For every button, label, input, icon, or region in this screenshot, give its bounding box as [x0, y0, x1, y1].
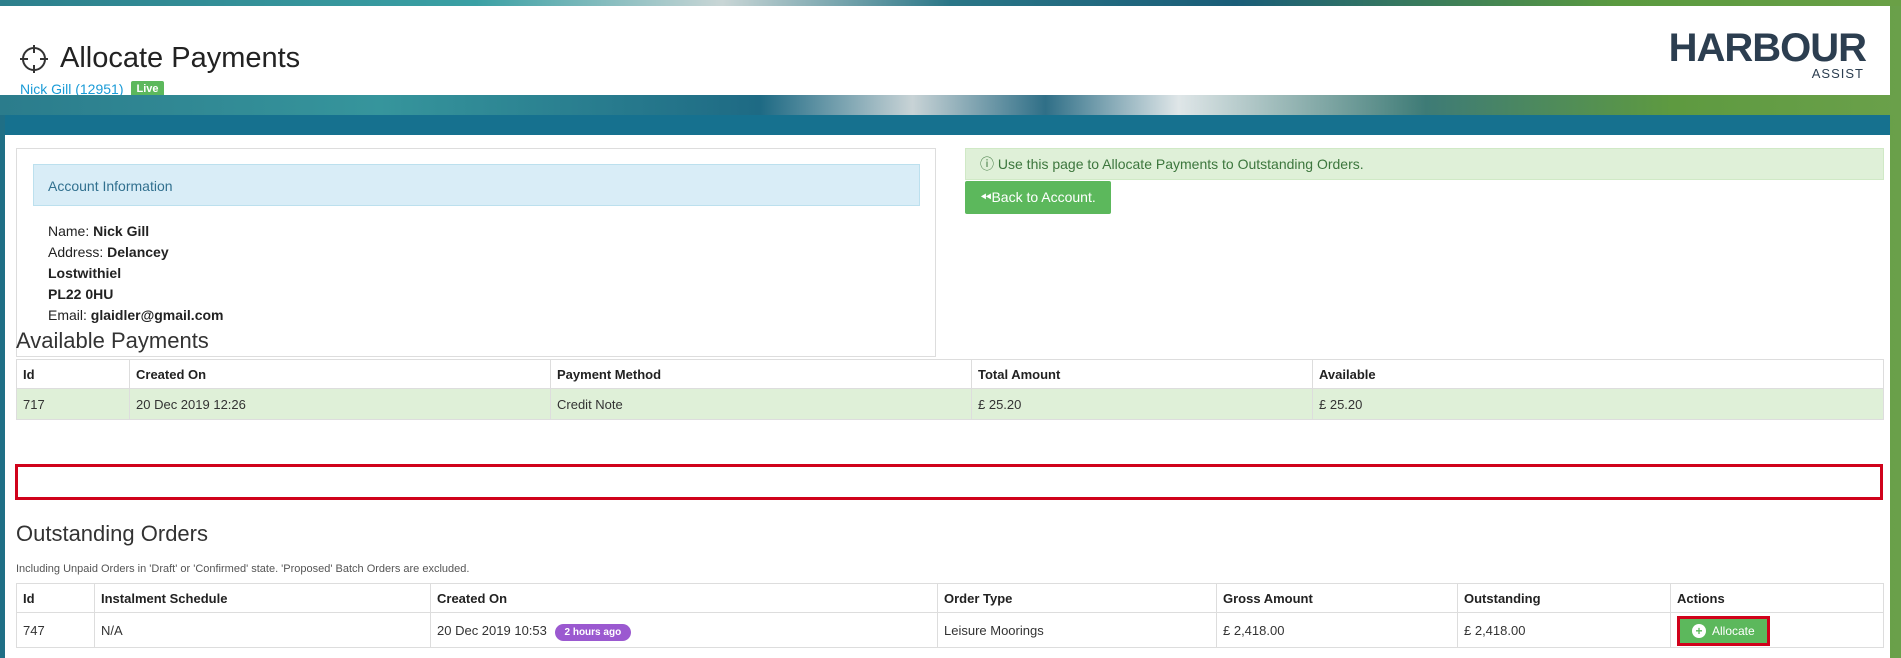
- outstanding-orders-table: Id Instalment Schedule Created On Order …: [16, 583, 1884, 648]
- page-title-row: Allocate Payments: [20, 42, 300, 75]
- account-info-details: Name: Nick Gill Address: Delancey Lostwi…: [48, 221, 223, 326]
- created-on-text: 20 Dec 2019 10:53: [437, 622, 547, 638]
- age-badge: 2 hours ago: [554, 623, 632, 641]
- col-header-payment-method: Payment Method: [550, 359, 972, 389]
- col-header-order-type: Order Type: [937, 583, 1217, 613]
- col-header-instalment-schedule: Instalment Schedule: [94, 583, 431, 613]
- crosshair-icon: [20, 44, 48, 73]
- address-line3: PL22 0HU: [48, 286, 114, 302]
- cell-order-type: Leisure Moorings: [937, 612, 1217, 648]
- name-value: Nick Gill: [93, 223, 150, 239]
- address-label: Address:: [48, 244, 104, 260]
- table-row: 747 N/A 20 Dec 2019 10:53 2 hours ago Le…: [16, 612, 1884, 648]
- outstanding-orders-title: Outstanding Orders: [16, 521, 208, 546]
- account-info-panel: Account Information Name: Nick Gill Addr…: [16, 148, 936, 357]
- name-label: Name:: [48, 223, 90, 239]
- table-row[interactable]: 717 20 Dec 2019 12:26 Credit Note £ 25.2…: [16, 388, 1884, 420]
- email-label: Email:: [48, 307, 87, 323]
- double-chevron-left-icon: ⏪︎: [980, 189, 992, 205]
- info-alert: ⓘ Use this page to Allocate Payments to …: [965, 148, 1884, 180]
- name-line: Name: Nick Gill: [48, 221, 223, 242]
- table-header-row: Id Instalment Schedule Created On Order …: [16, 583, 1884, 613]
- col-header-available: Available: [1312, 359, 1884, 389]
- plus-circle-icon: +: [1692, 624, 1706, 638]
- info-circle-icon: ⓘ: [980, 156, 994, 172]
- col-header-id: Id: [16, 583, 95, 613]
- cell-payment-method: Credit Note: [550, 388, 972, 420]
- page-header: Allocate Payments Nick Gill (12951) Live…: [0, 6, 1890, 97]
- info-alert-text: Use this page to Allocate Payments to Ou…: [997, 156, 1364, 172]
- address-line1: Delancey: [107, 244, 169, 260]
- cell-gross-amount: £ 2,418.00: [1216, 612, 1458, 648]
- back-button-label: Back to Account.: [991, 189, 1096, 205]
- allocate-button-highlight: + Allocate: [1677, 616, 1770, 646]
- col-header-outstanding: Outstanding: [1457, 583, 1671, 613]
- cell-total-amount: £ 25.20: [971, 388, 1313, 420]
- brand-bar: [5, 115, 1890, 135]
- cell-schedule: N/A: [94, 612, 431, 648]
- payment-row-highlight: [15, 464, 1883, 500]
- address-line: Address: Delancey: [48, 242, 223, 263]
- available-payments-table: Id Created On Payment Method Total Amoun…: [16, 359, 1884, 420]
- email-line: Email: glaidler@gmail.com: [48, 305, 223, 326]
- back-to-account-button[interactable]: ⏪︎Back to Account.: [965, 181, 1111, 214]
- cell-available: £ 25.20: [1312, 388, 1884, 420]
- address-line2: Lostwithiel: [48, 265, 122, 281]
- logo-main-text: HARBOUR: [1668, 26, 1867, 70]
- cell-created-on: 20 Dec 2019 10:53 2 hours ago: [430, 612, 938, 648]
- harbour-assist-logo: HARBOUR ASSIST: [1668, 26, 1867, 80]
- allocate-label: Allocate: [1712, 624, 1755, 638]
- cell-id: 747: [16, 612, 95, 648]
- col-header-id: Id: [16, 359, 130, 389]
- cell-actions: + Allocate: [1670, 612, 1884, 648]
- cell-outstanding: £ 2,418.00: [1457, 612, 1671, 648]
- cell-id: 717: [16, 388, 130, 420]
- main-content: Account Information Name: Nick Gill Addr…: [5, 135, 1890, 658]
- page-title: Allocate Payments: [60, 42, 301, 74]
- outstanding-orders-note: Including Unpaid Orders in 'Draft' or 'C…: [16, 563, 470, 575]
- cell-created-on: 20 Dec 2019 12:26: [129, 388, 551, 420]
- available-payments-title: Available Payments: [16, 328, 209, 353]
- col-header-created-on: Created On: [129, 359, 551, 389]
- email-value: glaidler@gmail.com: [90, 307, 224, 323]
- header-photo-band: [0, 95, 1901, 115]
- col-header-actions: Actions: [1670, 583, 1884, 613]
- account-info-heading: Account Information: [33, 164, 920, 206]
- allocate-button[interactable]: + Allocate: [1680, 619, 1767, 643]
- col-header-gross-amount: Gross Amount: [1216, 583, 1458, 613]
- col-header-created-on: Created On: [430, 583, 938, 613]
- table-header-row: Id Created On Payment Method Total Amoun…: [16, 359, 1884, 389]
- col-header-total-amount: Total Amount: [971, 359, 1313, 389]
